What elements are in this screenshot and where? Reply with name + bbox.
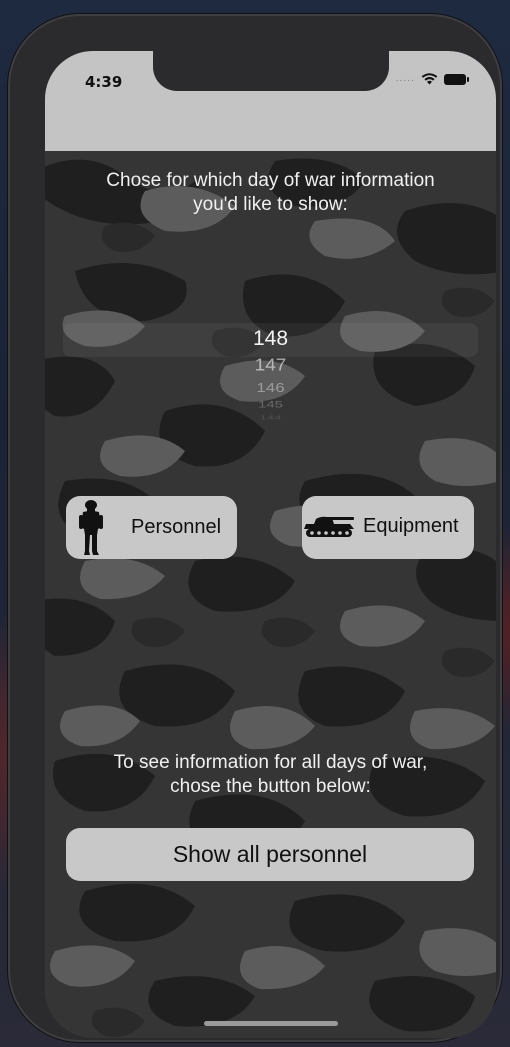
wifi-icon: [421, 73, 438, 85]
camouflage-background: [45, 151, 496, 1038]
phone-frame: 4:39 ..... Chose for which day of war in…: [8, 14, 502, 1042]
phone-screen: 4:39 ..... Chose for which day of war in…: [45, 51, 496, 1038]
battery-icon: [444, 73, 469, 85]
picker-option-selected[interactable]: 148: [45, 327, 496, 351]
equipment-button-label: Equipment: [363, 515, 459, 537]
device-notch: [153, 51, 389, 91]
picker-option[interactable]: 146: [45, 380, 496, 396]
equipment-button[interactable]: Equipment: [302, 496, 474, 559]
home-indicator[interactable]: [204, 1021, 338, 1026]
camouflage-pattern: [45, 151, 496, 1038]
day-selection-prompt-line1: Chose for which day of war information: [106, 170, 435, 191]
tank-icon: [304, 516, 354, 537]
show-all-personnel-button[interactable]: Show all personnel: [66, 828, 474, 881]
show-all-personnel-label: Show all personnel: [172, 841, 368, 867]
personnel-button-label: Personnel: [131, 516, 222, 538]
day-selection-prompt: Chose for which day of war information y…: [45, 169, 496, 217]
day-selection-prompt-line2: you'd like to show:: [193, 194, 348, 215]
status-time: 4:39: [85, 73, 123, 91]
soldier-icon: [79, 500, 103, 555]
signal-icon: .....: [395, 74, 415, 84]
personnel-button[interactable]: Personnel: [66, 496, 237, 559]
day-picker[interactable]: 148 147 146 145 144: [45, 323, 496, 427]
all-days-prompt-line1: To see information for all days of war,: [113, 752, 428, 773]
status-icons: .....: [395, 73, 469, 85]
picker-option[interactable]: 147: [45, 356, 496, 376]
picker-option[interactable]: 144: [45, 414, 496, 421]
all-days-prompt: To see information for all days of war, …: [45, 751, 496, 799]
picker-option[interactable]: 145: [45, 399, 496, 410]
all-days-prompt-line2: chose the button below:: [170, 776, 371, 797]
